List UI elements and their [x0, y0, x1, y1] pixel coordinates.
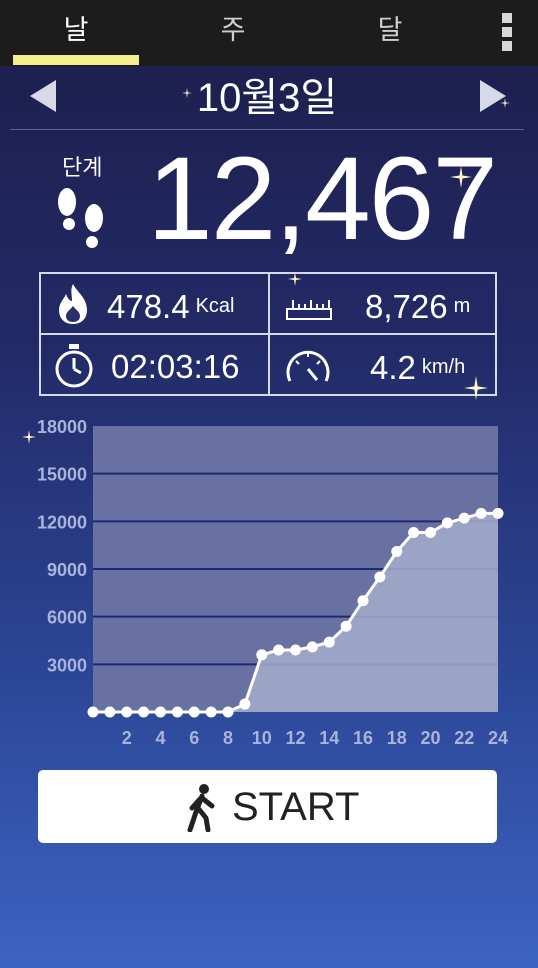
stopwatch-icon	[55, 344, 93, 388]
tab-week[interactable]: 주	[163, 0, 303, 60]
sparkle-icon	[182, 88, 192, 98]
data-point	[138, 706, 150, 718]
y-tick-label: 6000	[47, 608, 87, 628]
tab-day[interactable]: 날	[6, 0, 146, 60]
x-tick-label: 16	[353, 728, 373, 748]
sparkle-icon	[22, 430, 36, 444]
data-point	[357, 595, 369, 607]
duration-value: 02:03:16	[111, 348, 240, 385]
data-point	[340, 620, 352, 632]
data-point	[492, 507, 504, 519]
calories-unit: Kcal	[195, 295, 235, 317]
tab-bar: 날 주 달	[0, 0, 538, 66]
y-tick-label: 15000	[37, 465, 87, 485]
data-point	[104, 706, 116, 718]
x-tick-label: 22	[454, 728, 474, 748]
data-point	[256, 649, 268, 661]
data-point	[425, 526, 436, 538]
x-tick-label: 18	[387, 728, 407, 748]
steps-label: 단계	[62, 155, 103, 180]
active-tab-indicator	[13, 55, 139, 65]
data-point	[121, 706, 133, 718]
data-point	[87, 706, 99, 718]
start-button-label: START	[232, 785, 360, 829]
start-button[interactable]: START	[38, 770, 497, 843]
data-point	[155, 706, 166, 718]
data-point	[323, 636, 335, 648]
x-tick-label: 10	[252, 728, 272, 748]
data-point	[441, 517, 453, 529]
calories-value: 478.4	[107, 288, 190, 325]
triangle-right-icon[interactable]	[478, 78, 508, 114]
x-tick-label: 20	[420, 728, 440, 748]
sparkle-icon	[288, 272, 302, 286]
ruler-icon	[286, 300, 332, 320]
data-point	[205, 706, 217, 718]
sparkle-icon	[450, 166, 472, 188]
speed-unit: km/h	[421, 356, 466, 378]
data-point	[458, 512, 470, 524]
data-point	[374, 571, 386, 583]
data-point	[408, 526, 420, 538]
flame-icon	[59, 284, 87, 324]
x-tick-label: 24	[488, 728, 508, 748]
data-point	[475, 507, 487, 519]
data-point	[273, 644, 285, 656]
sparkle-icon	[500, 98, 510, 108]
data-point	[188, 706, 200, 718]
date-navigation: 10월3일	[10, 70, 524, 128]
duration-cell: 02:03:16	[41, 335, 268, 395]
footprints-icon	[58, 188, 103, 248]
x-tick-label: 8	[223, 728, 233, 748]
distance-unit: m	[453, 295, 471, 317]
data-point	[171, 706, 183, 718]
steps-count: 12,467	[147, 133, 498, 265]
hourly-steps-chart: 3000 6000 9000 12000 15000 18000 2 4 6 8 10 12 14 16 1…	[0, 410, 538, 755]
y-tick-label: 3000	[47, 655, 87, 675]
chart-svg: 3000600090001200015000180002 4 6 8 10 12 14 16 1…	[37, 417, 508, 748]
sparkle-icon	[464, 376, 488, 400]
overflow-menu-icon[interactable]	[500, 13, 514, 51]
distance-value: 8,726	[365, 288, 448, 325]
speed-cell: 4.2 km/h	[270, 335, 497, 395]
y-tick-label: 12000	[37, 512, 87, 532]
data-point	[239, 698, 251, 710]
tab-month[interactable]: 달	[320, 0, 460, 60]
data-point	[391, 546, 403, 558]
y-tick-label: 18000	[37, 417, 87, 437]
distance-cell: 8,726 m	[270, 274, 497, 334]
x-tick-label: 6	[189, 728, 199, 748]
data-point	[290, 644, 301, 656]
x-tick-label: 2	[122, 728, 132, 748]
y-tick-label: 9000	[47, 560, 87, 580]
calories-cell: 478.4 Kcal	[41, 274, 268, 334]
stats-grid: 478.4 Kcal 8,726 m 02:03:16 4.2 km/h	[39, 272, 497, 396]
date-label: 10월3일	[196, 76, 338, 120]
data-point	[222, 706, 234, 718]
walking-person-icon	[187, 784, 215, 832]
speed-value: 4.2	[370, 349, 416, 386]
divider	[10, 129, 524, 130]
x-tick-label: 14	[319, 728, 339, 748]
x-tick-label: 12	[285, 728, 305, 748]
x-tick-label: 4	[155, 728, 165, 748]
data-point	[306, 641, 318, 653]
speedometer-icon	[286, 350, 330, 382]
